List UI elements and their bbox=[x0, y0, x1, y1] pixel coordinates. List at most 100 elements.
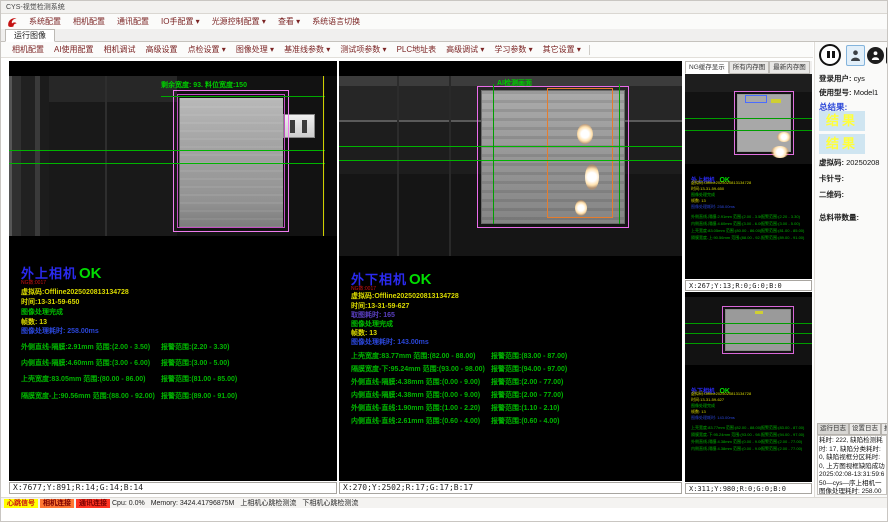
tab-all-memory-images[interactable]: 所有内存图 bbox=[729, 61, 770, 74]
measure-line-3 bbox=[685, 343, 812, 344]
status-bar: 心跳信号 相机连接 通讯连接 Cpu: 0.0% Memory: 3424.41… bbox=[1, 497, 888, 508]
tool-advanced-debug[interactable]: 高级调试 ▾ bbox=[441, 42, 489, 58]
preview-view-lower[interactable] bbox=[685, 297, 812, 365]
roi-tick-yellow bbox=[771, 99, 781, 103]
window-title: CYS-视觉检测系统 bbox=[6, 4, 65, 11]
tool-advanced-settings[interactable]: 高级设置 bbox=[141, 42, 183, 58]
view-tab-row: 运行图像 bbox=[1, 29, 888, 42]
window-titlebar: CYS-视觉检测系统 bbox=[1, 1, 888, 14]
menu-bar: 系统配置 相机配置 通讯配置 IO手配置 ▾ 光源控制配置 ▾ 查看 ▾ 系统语… bbox=[1, 14, 888, 29]
tab-error-log[interactable]: 报错日志 bbox=[881, 423, 888, 435]
pause-button[interactable] bbox=[819, 44, 841, 66]
tab-latest-memory-images[interactable]: 最新内存图 bbox=[769, 61, 810, 74]
tab-run-log[interactable]: 运行日志 bbox=[817, 423, 849, 435]
reference-line-yellow bbox=[323, 76, 324, 236]
time-line: 时间:13-31-59-650 bbox=[21, 297, 79, 307]
tool-spot-check[interactable]: 点检设置 ▾ bbox=[183, 42, 231, 58]
process-status-line: 图像处理完成 bbox=[21, 307, 63, 317]
ng-count-label: NG数:0017 bbox=[21, 279, 46, 286]
menu-light-config[interactable]: 光源控制配置 ▾ bbox=[206, 14, 272, 29]
tool-ai-usage-config[interactable]: AI使用配置 bbox=[49, 42, 99, 58]
virtual-code-line: 虚拟码:Offline2025020813134728 bbox=[351, 291, 459, 301]
roi-box-magenta bbox=[477, 86, 629, 228]
model-value[interactable]: Model1 bbox=[854, 88, 879, 97]
measurement-row: 内侧直线-隔膜:4.60mm 范围:(3.00 - 6.00)报警范围:(3.0… bbox=[21, 358, 291, 368]
result-badge-lower: 结果 bbox=[819, 134, 865, 154]
preview-view-upper[interactable] bbox=[685, 74, 812, 164]
menu-system-config[interactable]: 系统配置 bbox=[23, 14, 67, 29]
menu-io-config[interactable]: IO手配置 ▾ bbox=[155, 14, 206, 29]
camera-view-upper[interactable]: 剩余宽度: 93. 料位宽度:150 bbox=[9, 76, 337, 236]
process-elapsed-line: 图像处理耗时: 258.00ms bbox=[691, 204, 735, 210]
menu-language-switch[interactable]: 系统语言切换 bbox=[306, 14, 366, 29]
reflection-flare bbox=[771, 146, 789, 158]
lower-camera-heartbeat-stream: 下相机心跳检测流 bbox=[302, 498, 358, 508]
app-logo-icon bbox=[6, 16, 18, 28]
current-user-button[interactable] bbox=[846, 45, 865, 66]
run-log-text[interactable]: 耗时: 222, 缺陷检测耗时: 17, 缺陷分类耗时: 0, 缺陷视框分区耗时… bbox=[817, 435, 887, 495]
virtual-code-line: 虚拟码:Offline2025020813134728 bbox=[21, 287, 129, 297]
qr-row: 二维码: bbox=[819, 189, 844, 200]
qr-label: 二维码: bbox=[819, 190, 844, 199]
comm-connect-badge: 通讯连接 bbox=[76, 499, 110, 508]
measure-line-2 bbox=[685, 130, 812, 131]
tool-learning-params[interactable]: 学习参数 ▾ bbox=[489, 42, 537, 58]
measurement-row: 上壳宽度:83.77mm 范围:(82.00 - 88.00)报警范围:(83.… bbox=[691, 425, 809, 431]
model-row: 使用型号: Model1 bbox=[819, 87, 878, 98]
menu-camera-config[interactable]: 相机配置 bbox=[67, 14, 111, 29]
measure-vline-2 bbox=[619, 84, 620, 224]
menu-comm-config[interactable]: 通讯配置 bbox=[111, 14, 155, 29]
measure-vline-1 bbox=[493, 84, 494, 224]
measurement-row: 上壳宽度:83.05mm 范围:(80.00 - 86.00)报警范围:(81.… bbox=[21, 374, 291, 384]
tab-ng-cache[interactable]: NG缓存显示 bbox=[685, 61, 729, 74]
preview-tab-row: NG缓存显示 所有内存图 最新内存图 bbox=[685, 61, 812, 74]
model-label: 使用型号: bbox=[819, 88, 852, 97]
process-elapsed-line: 图像处理耗时: 143.00ms bbox=[351, 337, 429, 347]
strip-count-label: 总料带数量: bbox=[819, 213, 859, 222]
reflection-flare bbox=[577, 124, 593, 144]
login-user-value[interactable]: cys bbox=[854, 74, 865, 83]
result-ok-label: OK bbox=[409, 271, 432, 288]
tool-test-params[interactable]: 测试项参数 ▾ bbox=[335, 42, 391, 58]
app-window: CYS-视觉检测系统 系统配置 相机配置 通讯配置 IO手配置 ▾ 光源控制配置… bbox=[0, 0, 888, 522]
tool-other-settings[interactable]: 其它设置 ▾ bbox=[538, 42, 586, 58]
measurement-row: 外侧直线-隔膜:4.38mm 范围:(0.00 - 9.00)报警范围:(2.0… bbox=[691, 439, 809, 445]
heartbeat-status-badge: 心跳信号 bbox=[4, 499, 38, 508]
preview-panel-lower: 外下相机 OK 虚拟码:Offline2025020813134728 时间:1… bbox=[685, 292, 812, 482]
measurement-row: 内侧直线-隔膜:4.60mm 范围:(3.00 - 6.00)报警范围:(3.0… bbox=[691, 221, 809, 227]
measure-line-1 bbox=[685, 118, 812, 119]
tool-camera-debug[interactable]: 相机调试 bbox=[99, 42, 141, 58]
tool-baseline-params[interactable]: 基准线参数 ▾ bbox=[279, 42, 335, 58]
machinery-left bbox=[9, 76, 49, 236]
toolbar-separator bbox=[589, 45, 590, 55]
measurement-row: 上壳宽度:83.05mm 范围:(80.00 - 86.00)报警范围:(81.… bbox=[691, 228, 809, 234]
right-sidebar: 登录用户: cys 使用型号: Model1 总结果: 结果 结果 虚拟码: 2… bbox=[814, 42, 888, 506]
pixel-coord-readout-preview-upper: X:267;Y:13;R:0;G:0;B:0 bbox=[685, 280, 812, 291]
reflection-flare bbox=[777, 132, 791, 142]
strip-count-row: 总料带数量: bbox=[819, 212, 859, 223]
user-switch-button[interactable] bbox=[867, 47, 884, 64]
log-tab-row: 运行日志 设置日志 报错日志 bbox=[817, 423, 888, 435]
measure-line-2 bbox=[9, 163, 337, 164]
tab-run-image[interactable]: 运行图像 bbox=[5, 29, 55, 42]
ai-view-label: AI检测画面 bbox=[497, 78, 532, 88]
tool-image-processing[interactable]: 图像处理 ▾ bbox=[231, 42, 279, 58]
tab-settings-log[interactable]: 设置日志 bbox=[849, 423, 881, 435]
measure-line-top bbox=[161, 96, 337, 97]
virtual-code-row: 虚拟码: 20250208 bbox=[819, 157, 879, 168]
tool-plc-address-table[interactable]: PLC地址表 bbox=[392, 42, 442, 58]
upper-camera-heartbeat-stream: 上相机心跳检测流 bbox=[240, 498, 296, 508]
measurement-row: 内侧直线-隔膜:4.38mm 范围:(0.00 - 9.00)报警范围:(2.0… bbox=[691, 446, 809, 452]
reflection-flare bbox=[585, 164, 599, 190]
menu-view[interactable]: 查看 ▾ bbox=[272, 14, 306, 29]
machinery-mid bbox=[49, 76, 177, 236]
measurement-row: 隔膜宽度-上:90.56mm 范围:(88.00 - 92.00)报警范围:(8… bbox=[21, 391, 291, 401]
user-icon bbox=[850, 49, 861, 62]
machinery-seam bbox=[105, 76, 107, 236]
reflection-flare bbox=[575, 200, 587, 216]
pause-icon bbox=[819, 44, 841, 66]
camera-view-lower[interactable]: AI检测画面 bbox=[339, 76, 682, 256]
measure-line-1 bbox=[339, 146, 682, 147]
roi-box-blue bbox=[745, 95, 767, 103]
tool-camera-config[interactable]: 相机配置 bbox=[7, 42, 49, 58]
